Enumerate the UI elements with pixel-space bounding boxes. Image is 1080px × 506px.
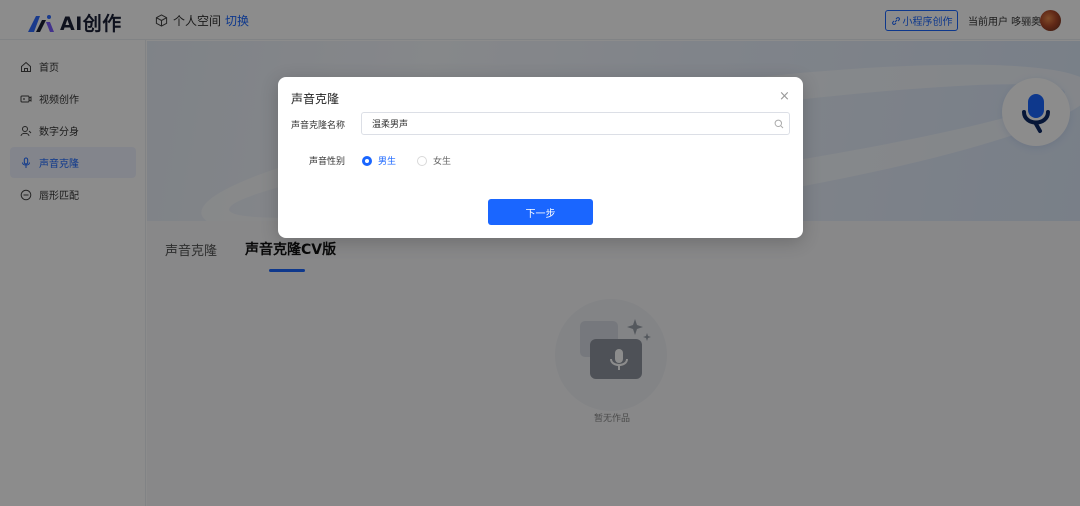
gender-option-label: 男生 bbox=[378, 157, 397, 167]
search-icon bbox=[774, 119, 784, 129]
next-step-button[interactable]: 下一步 bbox=[488, 199, 593, 225]
gender-radio-female[interactable]: 女生 bbox=[417, 154, 451, 167]
gender-option-label: 女生 bbox=[433, 157, 452, 167]
voice-clone-dialog: 声音克隆 × 声音克隆名称 声音性别 男生 女生 下一步 bbox=[278, 77, 803, 238]
voice-name-field[interactable] bbox=[361, 112, 790, 135]
radio-unchecked-icon bbox=[417, 155, 428, 166]
modal-overlay[interactable] bbox=[0, 0, 1080, 506]
dialog-title: 声音克隆 bbox=[291, 92, 340, 106]
gender-radio-group: 男生 女生 bbox=[362, 154, 472, 167]
voice-name-label: 声音克隆名称 bbox=[291, 121, 346, 131]
close-icon[interactable]: × bbox=[779, 89, 790, 104]
radio-checked-icon bbox=[362, 155, 372, 166]
voice-gender-label: 声音性别 bbox=[309, 157, 346, 167]
gender-radio-male[interactable]: 男生 bbox=[362, 154, 396, 167]
voice-name-input[interactable] bbox=[372, 118, 762, 129]
